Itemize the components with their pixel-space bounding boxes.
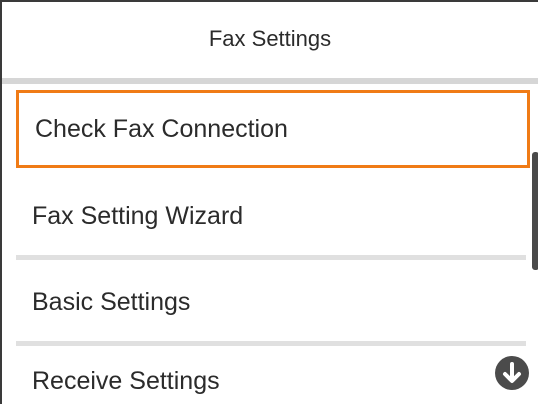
- menu-item-receive-settings[interactable]: Receive Settings: [16, 346, 530, 404]
- screen-title: Fax Settings: [208, 26, 332, 51]
- menu-item-fax-setting-wizard[interactable]: Fax Setting Wizard: [16, 174, 530, 258]
- fax-settings-screen: Fax Settings Check Fax Connection Fax Se…: [0, 0, 538, 404]
- scroll-down-button[interactable]: [495, 356, 529, 390]
- menu-item-check-fax-connection[interactable]: Check Fax Connection: [16, 90, 530, 168]
- menu-item-basic-settings[interactable]: Basic Settings: [16, 260, 530, 344]
- arrow-down-circle-icon: [503, 362, 521, 383]
- scrollbar-thumb[interactable]: [532, 152, 538, 270]
- menu-item-label: Check Fax Connection: [35, 114, 288, 143]
- menu-item-label: Fax Setting Wizard: [32, 201, 244, 230]
- menu-item-label: Basic Settings: [32, 287, 191, 316]
- screen-header: Fax Settings: [2, 2, 538, 84]
- menu-item-label: Receive Settings: [32, 366, 220, 395]
